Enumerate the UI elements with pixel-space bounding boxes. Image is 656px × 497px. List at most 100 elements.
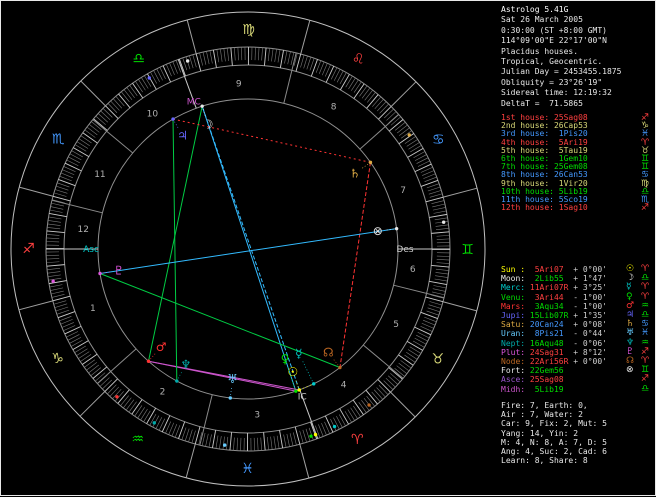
planet-glyph-plut: ♇	[113, 263, 124, 277]
sign-glyph: ♒	[641, 339, 649, 347]
planet-glyph: ♇	[626, 348, 634, 356]
sign-boundary-line	[391, 82, 416, 107]
planet-latitude-value: - 0°06'	[568, 339, 607, 348]
planet-position-value: 8Pis21	[530, 329, 569, 338]
planet-glyph: ♂	[626, 302, 634, 310]
planet-ring-marker	[186, 59, 189, 62]
planet-row: Moon: 2Lib55 + 1°47'☽♎	[501, 274, 656, 283]
planet-row: Fort: 22Gem56 ⊗♊	[501, 366, 656, 375]
house-number: 11	[94, 170, 105, 180]
info-line: DeltaT = 71.5865	[501, 99, 656, 109]
planet-ring-marker	[309, 434, 312, 437]
planet-latitude-value: + 0°00'	[568, 265, 607, 274]
planet-glyph-moon: ☽	[203, 117, 214, 131]
planet-latitude-value: + 0°08'	[568, 320, 607, 329]
planet-latitude-value: + 0°00'	[568, 357, 607, 366]
stat-line: Ang: 4, Suc: 2, Cad: 6	[501, 447, 656, 456]
planet-ring-marker	[408, 133, 411, 136]
sign-glyph: ♐	[641, 348, 649, 356]
info-line: Tropical, Geocentric.	[501, 57, 656, 67]
aspect-line-sun-moon	[202, 106, 299, 390]
sign-boundary-line	[443, 188, 477, 197]
planet-glyph: ☿	[626, 283, 632, 291]
planet-glyph-fort: ⊗	[373, 224, 383, 238]
planet-position-value: 15Lib07R	[530, 311, 569, 320]
sign-glyph: ♈	[351, 432, 364, 448]
planet-glyph-node: ☊	[323, 346, 334, 360]
planet-latitude-value: - 0°44'	[568, 329, 607, 338]
planet-glyph-venu: ♀	[281, 352, 290, 366]
planet-latitude-value: + 3°25'	[568, 283, 607, 292]
planet-ring-marker	[51, 280, 54, 283]
planet-position-value: 16Aqu48	[530, 339, 569, 348]
planet-position-value: 5Ari07	[530, 265, 569, 274]
info-line: 114°09'00"E 22°17'00"N	[501, 36, 656, 46]
degree-tick-ring	[46, 47, 450, 451]
stat-line: M: 4, N: 8, A: 7, D: 5	[501, 438, 656, 447]
info-line: Obliquity = 23°26'19"	[501, 78, 656, 88]
planet-glyph: ♀	[626, 293, 633, 301]
sign-boundary-line	[301, 20, 310, 54]
planet-position-value: 3Ari44	[530, 293, 569, 302]
house-cusp-value: 1Sag10	[554, 203, 588, 212]
planet-ring-marker	[333, 425, 336, 428]
planet-glyph-mars: ♂	[156, 340, 167, 354]
planet-label: Satu:	[501, 320, 530, 329]
planet-row: Asce: 25Sag08 ♐	[501, 375, 656, 384]
sign-boundary-line	[186, 444, 195, 478]
planet-ring-marker	[153, 421, 156, 424]
sign-boundary-line	[391, 392, 416, 417]
planet-glyph-uran: ♅	[227, 372, 238, 386]
aspect-line-moon-mars	[148, 106, 202, 361]
sign-glyph: ♈	[641, 265, 649, 273]
sign-glyph: ♏	[52, 131, 65, 147]
planet-label: Fort:	[501, 366, 530, 375]
info-line: 0:30:00 (ST +8:00 GMT)	[501, 26, 656, 36]
sign-glyph: ♐	[641, 204, 649, 212]
aspect-line-satu-node	[340, 162, 371, 367]
sign-glyph: ♑	[51, 351, 64, 367]
aspect-lines	[100, 106, 397, 391]
planet-label: Sun :	[501, 265, 530, 274]
angle-labels: AscDesMCIC	[83, 98, 414, 403]
house-cusp-list: 1st house: 25Sag08♐2nd house: 26Cap53♑3r…	[501, 114, 656, 212]
planet-glyph: ♄	[626, 320, 634, 328]
stat-line: Car: 9, Fix: 2, Mut: 5	[501, 419, 656, 428]
house-number: 6	[410, 265, 416, 275]
planet-glyph: ☉	[626, 265, 634, 273]
planet-latitude-value: - 1°00'	[568, 302, 607, 311]
chart-wheel: ♈♉♊♋♌♍♎♏♐♑♒♓123456789101112☉☽☿♀♂♃♄♅♆♇☊⊗A…	[1, 1, 498, 497]
planet-label: Node:	[501, 357, 530, 366]
element-stats-block: Fire: 7, Earth: 0,Air : 7, Water: 2Car: …	[501, 401, 656, 465]
house-cusp-line	[52, 200, 102, 213]
stat-line: Air : 7, Water: 2	[501, 410, 656, 419]
planet-label: Mars:	[501, 302, 530, 311]
info-line: Sat 26 March 2005	[501, 15, 656, 25]
aspect-line-mars-venu	[148, 361, 295, 391]
planet-position-value: 22Gem56	[530, 366, 569, 375]
aspect-line-moon-venu	[202, 106, 296, 391]
sign-glyph: ♉	[432, 352, 445, 368]
planet-latitude-value: + 8°12'	[568, 348, 607, 357]
house-number: 9	[236, 79, 242, 89]
sign-glyph: ♎	[132, 51, 145, 67]
planet-ring-marker	[367, 403, 370, 406]
planet-label: Venu:	[501, 293, 530, 302]
sign-glyph: ♈	[641, 283, 649, 291]
house-number: 8	[331, 103, 337, 113]
house-number: 1	[90, 304, 96, 314]
planet-glyph: ♅	[626, 329, 634, 337]
planet-label: Jupi:	[501, 311, 530, 320]
angle-label-ic: IC	[298, 392, 307, 402]
planet-label: Uran:	[501, 329, 530, 338]
sign-glyph: ♐	[22, 241, 35, 257]
planet-position-value: 22Ari56R	[530, 357, 569, 366]
sign-glyph: ♌	[352, 52, 365, 68]
planet-leader-line	[303, 361, 314, 383]
sign-glyph: ♊	[461, 242, 474, 258]
planet-position-value: 2Lib55	[530, 274, 569, 283]
stat-line: Learn: 8, Share: 8	[501, 456, 656, 465]
sign-glyph: ♎	[641, 311, 649, 319]
planet-glyph-satu: ♄	[350, 166, 361, 180]
sign-glyph: ♎	[641, 274, 649, 282]
